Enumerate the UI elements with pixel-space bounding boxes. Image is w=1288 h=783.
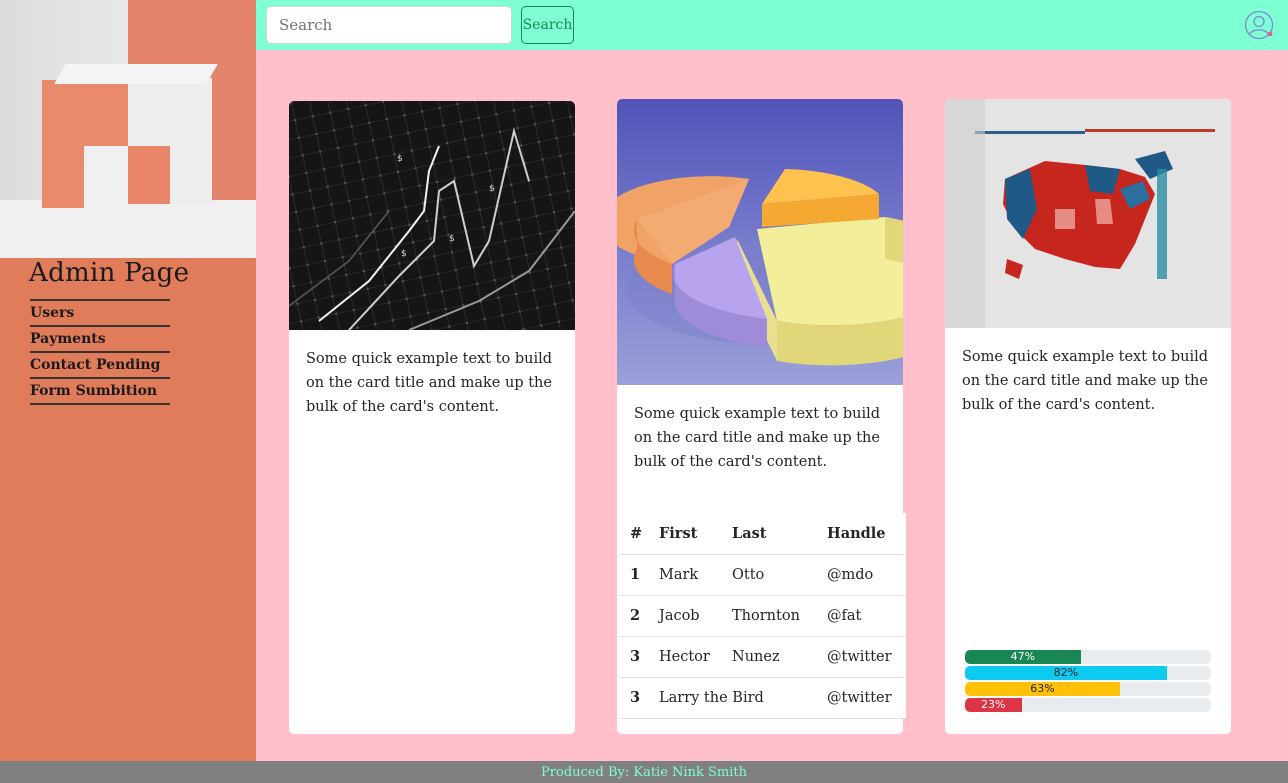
- table-header: Handle: [816, 513, 906, 555]
- pie-chart-image: [617, 99, 903, 385]
- card-text: Some quick example text to build on the …: [962, 349, 1209, 413]
- progress-fill: 47%: [965, 650, 1081, 664]
- table-cell: 3: [619, 636, 648, 678]
- table-cell: 3: [619, 677, 648, 719]
- table-header: Last: [721, 513, 816, 555]
- user-circle-icon[interactable]: [1244, 10, 1274, 40]
- table-cell: @mdo: [816, 554, 906, 596]
- table-cell: @twitter: [816, 636, 906, 678]
- top-bar: Search: [256, 0, 1288, 50]
- table-cell: Hector: [648, 636, 721, 678]
- sidebar-item-payments[interactable]: Payments: [30, 327, 170, 353]
- table-header: First: [648, 513, 721, 555]
- table-header: #: [619, 513, 648, 555]
- card-text: Some quick example text to build on the …: [634, 406, 881, 470]
- search-input[interactable]: [266, 6, 512, 44]
- card-election-map: Some quick example text to build on the …: [945, 99, 1231, 734]
- table-cell: @twitter: [816, 677, 906, 719]
- table-cell: Thornton: [721, 595, 816, 637]
- progress-bar: 23%: [965, 698, 1211, 712]
- sidebar: Admin Page Users Payments Contact Pendin…: [0, 0, 256, 761]
- progress-bar: 63%: [965, 682, 1211, 696]
- table-cell: Jacob: [648, 595, 721, 637]
- progress-fill: 23%: [965, 698, 1022, 712]
- table-cell: Otto: [721, 554, 816, 596]
- table-header-row: # First Last Handle: [619, 513, 906, 555]
- table-row: 1 Mark Otto @mdo: [619, 554, 906, 596]
- table-row: 2 Jacob Thornton @fat: [619, 595, 906, 637]
- svg-text:$: $: [489, 184, 495, 194]
- progress-bar: 47%: [965, 650, 1211, 664]
- progress-bar: 82%: [965, 666, 1211, 680]
- footer-credit: Produced By: Katie Nink Smith: [541, 765, 747, 780]
- table-cell: @fat: [816, 595, 906, 637]
- table-row: 3 Hector Nunez @twitter: [619, 636, 906, 678]
- users-table: # First Last Handle 1 Mark Otto @mdo 2 J…: [619, 513, 906, 719]
- us-map-image: [945, 99, 1231, 328]
- sidebar-hero-image: [0, 0, 256, 258]
- progress-fill: 63%: [965, 682, 1120, 696]
- card-text: Some quick example text to build on the …: [306, 351, 553, 415]
- sidebar-nav: Users Payments Contact Pending Form Sumb…: [30, 299, 170, 405]
- svg-text:$: $: [401, 249, 407, 259]
- sidebar-item-form-submission[interactable]: Form Sumbition: [30, 379, 170, 405]
- table-row: 3 Larry the Bird @twitter: [619, 677, 906, 719]
- table-cell: Nunez: [721, 636, 816, 678]
- table-cell: 1: [619, 554, 648, 596]
- admin-page-title: Admin Page: [29, 258, 190, 288]
- table-cell: Mark: [648, 554, 721, 596]
- svg-text:$: $: [397, 154, 403, 164]
- svg-text:$: $: [449, 234, 455, 244]
- stock-chart-image: $ $ $ $: [289, 101, 575, 330]
- sidebar-item-contact-pending[interactable]: Contact Pending: [30, 353, 170, 379]
- sidebar-item-users[interactable]: Users: [30, 301, 170, 327]
- progress-fill: 82%: [965, 666, 1167, 680]
- progress-group: 47% 82% 63% 23%: [965, 650, 1211, 714]
- search-button[interactable]: Search: [521, 6, 574, 44]
- footer: Produced By: Katie Nink Smith: [0, 761, 1288, 783]
- table-cell: 2: [619, 595, 648, 637]
- table-cell: Larry the Bird: [648, 677, 816, 719]
- card-stock-chart: $ $ $ $ Some quick example text to build…: [289, 101, 575, 734]
